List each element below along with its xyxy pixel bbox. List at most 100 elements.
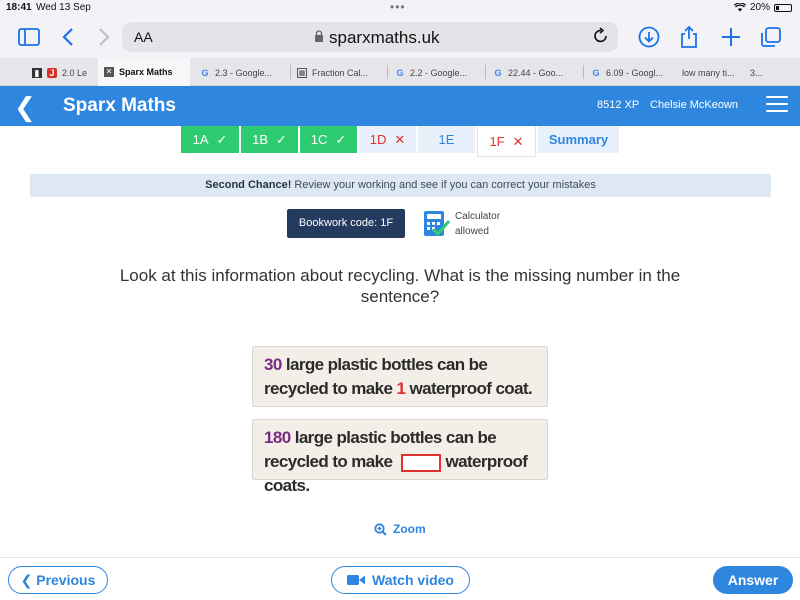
forward-icon[interactable] bbox=[90, 24, 116, 50]
bars-icon: ▮ bbox=[32, 68, 42, 78]
zoom-label: Zoom bbox=[393, 522, 426, 536]
google-icon: G bbox=[201, 68, 209, 78]
task-tab-1d[interactable]: 1D ✕ bbox=[359, 126, 416, 153]
tab-separator bbox=[387, 65, 388, 79]
browser-tab[interactable]: low many ti... bbox=[682, 62, 744, 84]
missing-number-box bbox=[400, 453, 441, 472]
brand-title: Sparx Maths bbox=[63, 95, 176, 116]
multitask-dots[interactable]: ••• bbox=[390, 0, 406, 14]
tab-label: low many ti... bbox=[682, 68, 735, 78]
download-icon[interactable] bbox=[636, 24, 662, 50]
cross-icon: ✕ bbox=[512, 134, 524, 149]
info-card: 30 large plastic bottles can be recycled… bbox=[252, 346, 548, 407]
close-tab-icon[interactable]: ✕ bbox=[104, 67, 114, 77]
banner-heading: Second Chance! bbox=[205, 179, 292, 191]
check-icon: ✓ bbox=[335, 132, 347, 147]
share-icon[interactable] bbox=[676, 24, 702, 50]
watch-video-button[interactable]: Watch video bbox=[331, 566, 470, 594]
status-right: 20% bbox=[733, 2, 792, 13]
app-header: ❮ Sparx Maths 8512 XP Chelsie McKeown bbox=[0, 86, 800, 126]
site-logo-icon: J bbox=[47, 68, 57, 78]
status-bar: 18:41 Wed 13 Sep ••• 20% bbox=[0, 0, 800, 16]
google-icon: G bbox=[494, 68, 502, 78]
browser-tab[interactable]: 3... bbox=[750, 62, 780, 84]
info-card-question: 180 large plastic bottles can be recycle… bbox=[252, 419, 548, 495]
task-tab-label: 1E bbox=[438, 132, 455, 147]
task-tab-1b[interactable]: 1B ✓ bbox=[241, 126, 298, 153]
bottle-count: 30 bbox=[264, 355, 282, 374]
task-tab-label: 1D bbox=[369, 132, 387, 147]
hamburger-menu-icon[interactable] bbox=[766, 96, 788, 114]
task-tab-label: 1C bbox=[310, 132, 328, 147]
tab-label: 6.09 - Googl... bbox=[606, 68, 664, 78]
browser-tab[interactable]: G 2.3 - Google... bbox=[200, 62, 286, 84]
browser-tab[interactable]: G 22.44 - Goo... bbox=[493, 62, 579, 84]
bottle-count: 180 bbox=[264, 428, 291, 447]
address-bar[interactable]: AA sparxmaths.uk bbox=[122, 22, 618, 52]
task-tab-1e[interactable]: 1E bbox=[418, 126, 475, 153]
status-time: 18:41 bbox=[6, 2, 32, 13]
banner-text: Review your working and see if you can c… bbox=[291, 179, 596, 191]
chevron-left-icon: ❮ bbox=[20, 572, 37, 588]
google-icon: G bbox=[592, 68, 600, 78]
tab-label: Sparx Maths bbox=[119, 67, 173, 77]
new-tab-icon[interactable] bbox=[718, 24, 744, 50]
watch-video-label: Watch video bbox=[372, 572, 454, 588]
bottom-action-bar: ❮ Previous Watch video Answer bbox=[0, 557, 800, 600]
zoom-button[interactable]: Zoom bbox=[374, 522, 426, 536]
google-icon: G bbox=[396, 68, 404, 78]
user-name[interactable]: Chelsie McKeown bbox=[650, 99, 738, 111]
sidebar-icon[interactable] bbox=[16, 24, 42, 50]
back-chevron-icon[interactable]: ❮ bbox=[14, 92, 36, 123]
task-tab-1f[interactable]: 1F ✕ bbox=[477, 126, 536, 157]
tab-label: 22.44 - Goo... bbox=[508, 68, 564, 78]
calculator-icon bbox=[424, 211, 450, 237]
check-icon: ✓ bbox=[276, 132, 287, 147]
task-tab-label: 1A bbox=[192, 132, 209, 147]
task-tab-1a[interactable]: 1A ✓ bbox=[181, 126, 239, 153]
tab-label: Fraction Cal... bbox=[312, 68, 369, 78]
calculator-status: Calculator allowed bbox=[455, 209, 500, 239]
calculator-label: Calculator bbox=[455, 211, 501, 222]
browser-tab[interactable]: G 6.09 - Googl... bbox=[591, 62, 677, 84]
card-text: waterproof coat. bbox=[405, 379, 533, 398]
task-tab-1c[interactable]: 1C ✓ bbox=[300, 126, 357, 153]
xp-count: 8512 XP bbox=[597, 99, 640, 111]
battery-icon bbox=[774, 3, 792, 12]
tabs-icon[interactable] bbox=[758, 24, 784, 50]
tab-separator bbox=[485, 65, 486, 79]
answer-button[interactable]: Answer bbox=[713, 566, 793, 594]
text-size-button[interactable]: AA bbox=[134, 29, 153, 45]
lock-icon bbox=[315, 30, 323, 42]
tab-separator bbox=[290, 65, 291, 79]
tab-label: 2.3 - Google... bbox=[215, 68, 273, 78]
tab-label: 3... bbox=[750, 68, 763, 78]
tab-separator bbox=[583, 65, 584, 79]
second-chance-banner: Second Chance! Review your working and s… bbox=[30, 174, 771, 197]
calculator-grid-icon: ▦ bbox=[297, 68, 307, 78]
reload-icon[interactable] bbox=[592, 26, 610, 46]
task-tab-label: Summary bbox=[548, 132, 609, 147]
browser-tab-active[interactable]: ✕ Sparx Maths bbox=[98, 58, 190, 86]
cross-icon: ✕ bbox=[394, 132, 406, 147]
status-date: Wed 13 Sep bbox=[36, 2, 91, 13]
task-tab-label: 1F bbox=[489, 134, 505, 149]
browser-tab[interactable]: ▦ Fraction Cal... bbox=[297, 62, 383, 84]
browser-tab[interactable]: G 2.2 - Google... bbox=[395, 62, 481, 84]
task-tab-summary[interactable]: Summary bbox=[538, 126, 619, 153]
task-tab-label: 1B bbox=[252, 132, 268, 147]
browser-tab[interactable]: ▮ J 2.0 Le bbox=[32, 62, 96, 84]
url-text[interactable]: sparxmaths.uk bbox=[329, 28, 440, 48]
calculator-allowed-label: allowed bbox=[455, 226, 489, 237]
previous-button[interactable]: ❮ Previous bbox=[8, 566, 108, 594]
bookwork-code-badge: Bookwork code: 1F bbox=[287, 209, 405, 238]
battery-percent: 20% bbox=[749, 2, 770, 13]
back-icon[interactable] bbox=[56, 24, 82, 50]
previous-label: Previous bbox=[36, 572, 96, 588]
tab-label: 2.2 - Google... bbox=[410, 68, 468, 78]
check-icon: ✓ bbox=[216, 132, 228, 147]
wifi-icon bbox=[733, 3, 746, 12]
tab-label: 2.0 Le bbox=[62, 68, 88, 78]
question-text: Look at this information about recycling… bbox=[119, 266, 681, 306]
zoom-icon bbox=[374, 522, 387, 536]
